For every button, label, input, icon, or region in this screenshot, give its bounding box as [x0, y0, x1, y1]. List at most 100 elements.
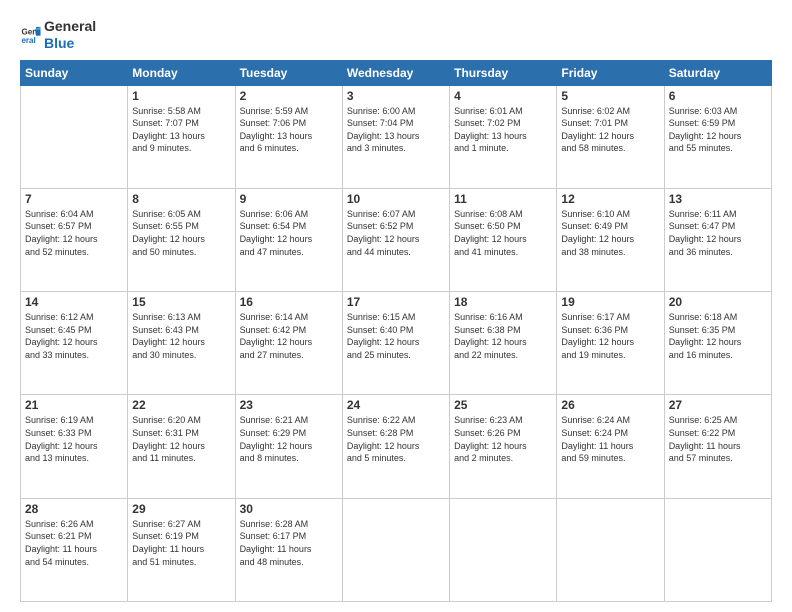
- calendar-cell: 29 Sunrise: 6:27 AM Sunset: 6:19 PM Dayli…: [128, 498, 235, 601]
- calendar-cell: [664, 498, 771, 601]
- calendar-cell: 18 Sunrise: 6:16 AM Sunset: 6:38 PM Dayli…: [450, 292, 557, 395]
- calendar-cell: 13 Sunrise: 6:11 AM Sunset: 6:47 PM Dayli…: [664, 188, 771, 291]
- day-number: 25: [454, 398, 552, 412]
- day-number: 23: [240, 398, 338, 412]
- calendar-cell: 8 Sunrise: 6:05 AM Sunset: 6:55 PM Daylig…: [128, 188, 235, 291]
- day-number: 18: [454, 295, 552, 309]
- calendar-cell: 14Sunrise: 6:12 AM Sunset: 6:45 PM Dayli…: [21, 292, 128, 395]
- week-row-1: 1Sunrise: 5:58 AM Sunset: 7:07 PM Daylig…: [21, 85, 772, 188]
- calendar-cell: 6 Sunrise: 6:03 AM Sunset: 6:59 PM Daylig…: [664, 85, 771, 188]
- day-number: 14: [25, 295, 123, 309]
- weekday-header-tuesday: Tuesday: [235, 60, 342, 85]
- day-number: 17: [347, 295, 445, 309]
- calendar-cell: [21, 85, 128, 188]
- day-number: 29: [132, 502, 230, 516]
- logo-general-text: General: [44, 18, 96, 34]
- calendar-cell: 27 Sunrise: 6:25 AM Sunset: 6:22 PM Dayli…: [664, 395, 771, 498]
- logo-text-general: General: [44, 18, 96, 35]
- day-info: Sunrise: 6:22 AM Sunset: 6:28 PM Dayligh…: [347, 414, 445, 464]
- day-number: 6: [669, 89, 767, 103]
- calendar-cell: 5 Sunrise: 6:02 AM Sunset: 7:01 PM Daylig…: [557, 85, 664, 188]
- day-number: 22: [132, 398, 230, 412]
- day-number: 20: [669, 295, 767, 309]
- calendar-cell: 24Sunrise: 6:22 AM Sunset: 6:28 PM Dayli…: [342, 395, 449, 498]
- day-info: Sunrise: 6:10 AM Sunset: 6:49 PM Dayligh…: [561, 208, 659, 258]
- day-info: Sunrise: 6:11 AM Sunset: 6:47 PM Dayligh…: [669, 208, 767, 258]
- day-info: Sunrise: 6:08 AM Sunset: 6:50 PM Dayligh…: [454, 208, 552, 258]
- day-info: Sunrise: 6:27 AM Sunset: 6:19 PM Dayligh…: [132, 518, 230, 568]
- day-number: 10: [347, 192, 445, 206]
- calendar-cell: [557, 498, 664, 601]
- day-number: 30: [240, 502, 338, 516]
- calendar-cell: 26Sunrise: 6:24 AM Sunset: 6:24 PM Dayli…: [557, 395, 664, 498]
- weekday-header-wednesday: Wednesday: [342, 60, 449, 85]
- day-info: Sunrise: 6:06 AM Sunset: 6:54 PM Dayligh…: [240, 208, 338, 258]
- calendar-cell: [450, 498, 557, 601]
- day-info: Sunrise: 6:23 AM Sunset: 6:26 PM Dayligh…: [454, 414, 552, 464]
- day-number: 19: [561, 295, 659, 309]
- svg-text:eral: eral: [21, 36, 35, 45]
- calendar-cell: 19 Sunrise: 6:17 AM Sunset: 6:36 PM Dayli…: [557, 292, 664, 395]
- day-number: 28: [25, 502, 123, 516]
- calendar-cell: 1Sunrise: 5:58 AM Sunset: 7:07 PM Daylig…: [128, 85, 235, 188]
- week-row-4: 21Sunrise: 6:19 AM Sunset: 6:33 PM Dayli…: [21, 395, 772, 498]
- page: Gen eral General Blue SundayMondayTuesda…: [0, 0, 792, 612]
- day-info: Sunrise: 6:26 AM Sunset: 6:21 PM Dayligh…: [25, 518, 123, 568]
- day-number: 8: [132, 192, 230, 206]
- day-number: 4: [454, 89, 552, 103]
- day-info: Sunrise: 6:13 AM Sunset: 6:43 PM Dayligh…: [132, 311, 230, 361]
- day-number: 12: [561, 192, 659, 206]
- calendar-cell: 11 Sunrise: 6:08 AM Sunset: 6:50 PM Dayli…: [450, 188, 557, 291]
- day-info: Sunrise: 5:59 AM Sunset: 7:06 PM Dayligh…: [240, 105, 338, 155]
- day-info: Sunrise: 6:25 AM Sunset: 6:22 PM Dayligh…: [669, 414, 767, 464]
- day-info: Sunrise: 6:05 AM Sunset: 6:55 PM Dayligh…: [132, 208, 230, 258]
- calendar-cell: 23Sunrise: 6:21 AM Sunset: 6:29 PM Dayli…: [235, 395, 342, 498]
- logo-blue-text: Blue: [44, 35, 74, 51]
- day-number: 13: [669, 192, 767, 206]
- day-info: Sunrise: 6:03 AM Sunset: 6:59 PM Dayligh…: [669, 105, 767, 155]
- calendar-cell: 25 Sunrise: 6:23 AM Sunset: 6:26 PM Dayli…: [450, 395, 557, 498]
- day-info: Sunrise: 6:20 AM Sunset: 6:31 PM Dayligh…: [132, 414, 230, 464]
- day-number: 16: [240, 295, 338, 309]
- day-info: Sunrise: 6:15 AM Sunset: 6:40 PM Dayligh…: [347, 311, 445, 361]
- weekday-header-friday: Friday: [557, 60, 664, 85]
- calendar-cell: 4 Sunrise: 6:01 AM Sunset: 7:02 PM Daylig…: [450, 85, 557, 188]
- day-info: Sunrise: 6:02 AM Sunset: 7:01 PM Dayligh…: [561, 105, 659, 155]
- logo: Gen eral General Blue: [20, 18, 96, 52]
- day-info: Sunrise: 6:17 AM Sunset: 6:36 PM Dayligh…: [561, 311, 659, 361]
- day-info: Sunrise: 6:04 AM Sunset: 6:57 PM Dayligh…: [25, 208, 123, 258]
- day-info: Sunrise: 6:19 AM Sunset: 6:33 PM Dayligh…: [25, 414, 123, 464]
- day-info: Sunrise: 6:28 AM Sunset: 6:17 PM Dayligh…: [240, 518, 338, 568]
- calendar-table: SundayMondayTuesdayWednesdayThursdayFrid…: [20, 60, 772, 602]
- calendar-cell: 12 Sunrise: 6:10 AM Sunset: 6:49 PM Dayli…: [557, 188, 664, 291]
- calendar-cell: 10Sunrise: 6:07 AM Sunset: 6:52 PM Dayli…: [342, 188, 449, 291]
- logo-icon: Gen eral: [20, 24, 42, 46]
- day-info: Sunrise: 6:18 AM Sunset: 6:35 PM Dayligh…: [669, 311, 767, 361]
- header: Gen eral General Blue: [20, 18, 772, 52]
- calendar-cell: 3Sunrise: 6:00 AM Sunset: 7:04 PM Daylig…: [342, 85, 449, 188]
- calendar-cell: 15 Sunrise: 6:13 AM Sunset: 6:43 PM Dayli…: [128, 292, 235, 395]
- calendar-cell: 28 Sunrise: 6:26 AM Sunset: 6:21 PM Dayli…: [21, 498, 128, 601]
- day-info: Sunrise: 6:24 AM Sunset: 6:24 PM Dayligh…: [561, 414, 659, 464]
- week-row-5: 28 Sunrise: 6:26 AM Sunset: 6:21 PM Dayli…: [21, 498, 772, 601]
- day-number: 11: [454, 192, 552, 206]
- day-info: Sunrise: 6:16 AM Sunset: 6:38 PM Dayligh…: [454, 311, 552, 361]
- calendar-cell: 17 Sunrise: 6:15 AM Sunset: 6:40 PM Dayli…: [342, 292, 449, 395]
- day-info: Sunrise: 6:01 AM Sunset: 7:02 PM Dayligh…: [454, 105, 552, 155]
- week-row-3: 14Sunrise: 6:12 AM Sunset: 6:45 PM Dayli…: [21, 292, 772, 395]
- weekday-header-monday: Monday: [128, 60, 235, 85]
- day-number: 2: [240, 89, 338, 103]
- logo-text-blue: Blue: [44, 35, 96, 52]
- day-number: 1: [132, 89, 230, 103]
- weekday-header-saturday: Saturday: [664, 60, 771, 85]
- calendar-cell: 7Sunrise: 6:04 AM Sunset: 6:57 PM Daylig…: [21, 188, 128, 291]
- weekday-header-row: SundayMondayTuesdayWednesdayThursdayFrid…: [21, 60, 772, 85]
- day-number: 5: [561, 89, 659, 103]
- day-number: 15: [132, 295, 230, 309]
- calendar-cell: 22 Sunrise: 6:20 AM Sunset: 6:31 PM Dayli…: [128, 395, 235, 498]
- week-row-2: 7Sunrise: 6:04 AM Sunset: 6:57 PM Daylig…: [21, 188, 772, 291]
- day-number: 27: [669, 398, 767, 412]
- weekday-header-sunday: Sunday: [21, 60, 128, 85]
- day-number: 3: [347, 89, 445, 103]
- weekday-header-thursday: Thursday: [450, 60, 557, 85]
